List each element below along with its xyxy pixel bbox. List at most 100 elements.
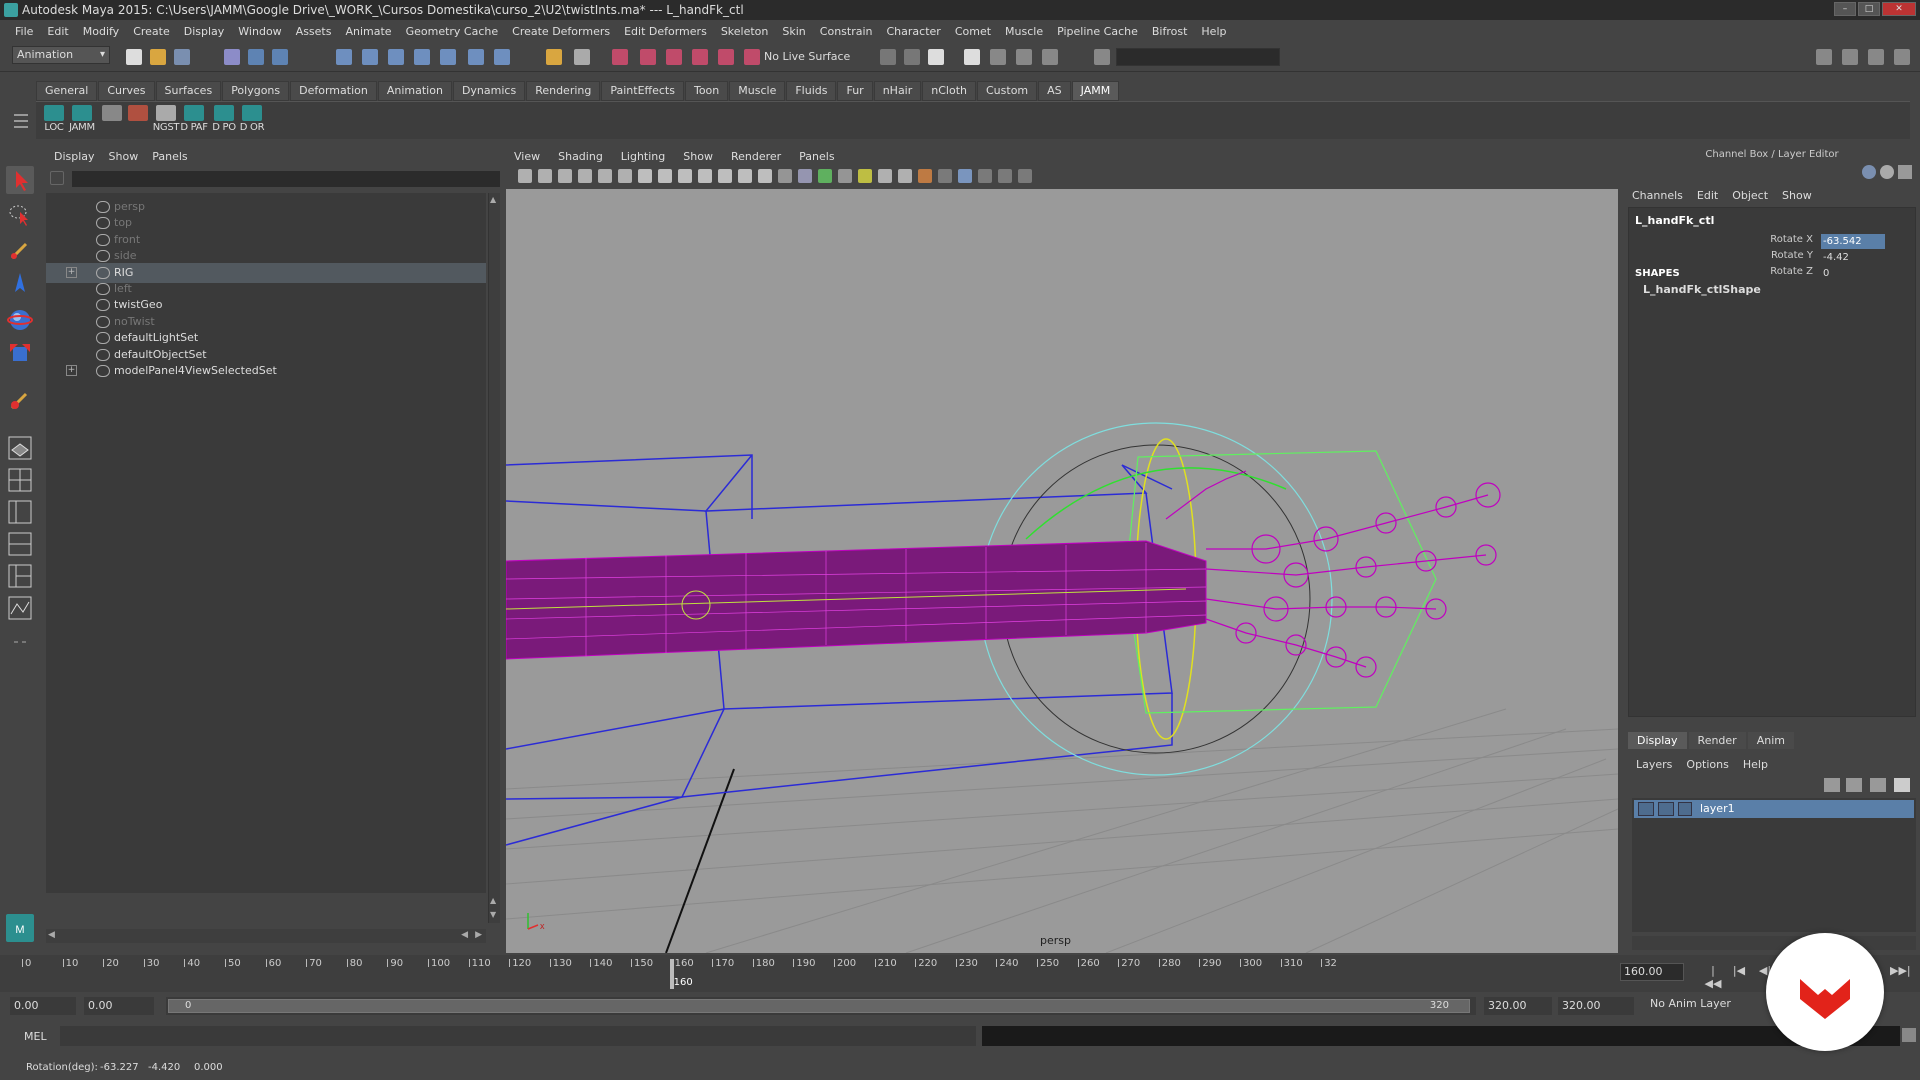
move-tool-icon[interactable] bbox=[6, 270, 34, 298]
channel-box-toggle-icon[interactable] bbox=[964, 49, 980, 65]
move-layer-up-icon[interactable] bbox=[1824, 778, 1840, 792]
select-component-icon[interactable] bbox=[272, 49, 288, 65]
channel-box-menu-channels[interactable]: Channels bbox=[1632, 189, 1683, 202]
shelf-tab-curves[interactable]: Curves bbox=[98, 81, 155, 101]
range-slider-bar[interactable]: 0 320 bbox=[166, 997, 1476, 1015]
outliner-vertical-scrollbar[interactable]: ▲ ▲ ▼ bbox=[488, 193, 500, 923]
isolate-select-icon[interactable] bbox=[958, 169, 972, 183]
channel-box-menu-show[interactable]: Show bbox=[1782, 189, 1812, 202]
layout-persp-outliner-icon[interactable] bbox=[6, 498, 34, 526]
viewport-menu-view[interactable]: View bbox=[514, 147, 540, 167]
xray-icon[interactable] bbox=[978, 169, 992, 183]
mel-label[interactable]: MEL bbox=[24, 1030, 47, 1043]
selected-object-name[interactable]: L_handFk_ctl bbox=[1635, 214, 1714, 227]
save-scene-icon[interactable] bbox=[174, 49, 190, 65]
channel-attribute-name[interactable]: Rotate Z bbox=[1769, 266, 1813, 277]
menu-create[interactable]: Create bbox=[126, 25, 177, 38]
animation-end-field[interactable]: 320.00 bbox=[1558, 997, 1634, 1015]
lasso-tool-icon[interactable] bbox=[6, 200, 34, 228]
menu-muscle[interactable]: Muscle bbox=[998, 25, 1050, 38]
layout-outliner-persp-icon[interactable] bbox=[6, 562, 34, 590]
command-search-field[interactable] bbox=[1116, 48, 1280, 66]
shelf-tab-surfaces[interactable]: Surfaces bbox=[155, 81, 222, 101]
xray-joints-icon[interactable] bbox=[998, 169, 1012, 183]
channel-box-display-icon[interactable] bbox=[1880, 165, 1894, 179]
move-layer-down-icon[interactable] bbox=[1846, 778, 1862, 792]
layout-single-icon[interactable] bbox=[1816, 49, 1832, 65]
channel-attribute-row[interactable]: Rotate Z 0 bbox=[1769, 266, 1909, 282]
two-d-pan-icon[interactable] bbox=[598, 169, 612, 183]
shelf-tab-general[interactable]: General bbox=[36, 81, 98, 101]
viewport-menu-show[interactable]: Show bbox=[683, 147, 713, 167]
select-tool-icon[interactable] bbox=[6, 166, 34, 194]
layer-editor-toggle-icon[interactable] bbox=[1042, 49, 1058, 65]
field-chart-icon[interactable] bbox=[718, 169, 732, 183]
expand-icon[interactable]: + bbox=[66, 266, 77, 278]
shelf-tab-muscle[interactable]: Muscle bbox=[729, 81, 786, 101]
select-hierarchy-icon[interactable] bbox=[224, 49, 240, 65]
menu-comet[interactable]: Comet bbox=[948, 25, 998, 38]
wireframe-icon[interactable] bbox=[778, 169, 792, 183]
grease-pencil-icon[interactable] bbox=[618, 169, 632, 183]
modeling-toolkit-icon[interactable] bbox=[990, 49, 1006, 65]
channel-attribute-row[interactable]: Rotate Y -4.42 bbox=[1769, 250, 1909, 266]
shelf-tab-jamm[interactable]: JAMM bbox=[1071, 81, 1120, 101]
hypershade-icon[interactable] bbox=[718, 49, 734, 65]
menu-skeleton[interactable]: Skeleton bbox=[714, 25, 776, 38]
shelf-tab-animation[interactable]: Animation bbox=[377, 81, 452, 101]
menu-edit[interactable]: Edit bbox=[40, 25, 75, 38]
snap-grid-icon[interactable] bbox=[336, 49, 352, 65]
viewport-menu-shading[interactable]: Shading bbox=[558, 147, 603, 167]
command-input[interactable] bbox=[60, 1026, 976, 1046]
shelf-tab-fur[interactable]: Fur bbox=[837, 81, 873, 101]
shelf-tab-painteffects[interactable]: PaintEffects bbox=[601, 81, 684, 101]
range-slider-thumb[interactable]: 0 320 bbox=[168, 999, 1470, 1013]
menu-constrain[interactable]: Constrain bbox=[813, 25, 880, 38]
channel-attribute-value[interactable]: -4.42 bbox=[1821, 250, 1885, 265]
shelf-menu-icon[interactable] bbox=[14, 108, 28, 136]
viewport-menu-lighting[interactable]: Lighting bbox=[621, 147, 665, 167]
shelf-button-jamm[interactable]: JAMM bbox=[66, 105, 98, 137]
safe-title-icon[interactable] bbox=[758, 169, 772, 183]
grid-icon[interactable] bbox=[638, 169, 652, 183]
bookmarks-icon[interactable] bbox=[558, 169, 572, 183]
go-to-start-icon[interactable]: |◀◀ bbox=[1704, 964, 1722, 990]
use-all-lights-icon[interactable] bbox=[858, 169, 872, 183]
input-line-icon[interactable] bbox=[880, 49, 896, 65]
anti-aliasing-icon[interactable] bbox=[938, 169, 952, 183]
menu-assets[interactable]: Assets bbox=[289, 25, 339, 38]
menu-window[interactable]: Window bbox=[231, 25, 288, 38]
channel-attribute-name[interactable]: Rotate X bbox=[1769, 234, 1813, 245]
viewport-3d-scene[interactable]: x persp bbox=[506, 189, 1618, 953]
smooth-shade-icon[interactable] bbox=[798, 169, 812, 183]
search-icon[interactable] bbox=[1094, 49, 1110, 65]
layout-custom-icon[interactable] bbox=[1894, 49, 1910, 65]
menu-modify[interactable]: Modify bbox=[76, 25, 126, 38]
outliner-menu-show[interactable]: Show bbox=[109, 147, 139, 167]
render-current-icon[interactable] bbox=[640, 49, 656, 65]
channel-box-menu-edit[interactable]: Edit bbox=[1697, 189, 1718, 202]
paint-select-icon[interactable] bbox=[6, 236, 34, 264]
menu-bifrost[interactable]: Bifrost bbox=[1145, 25, 1195, 38]
gate-mask-icon[interactable] bbox=[698, 169, 712, 183]
menu-display[interactable]: Display bbox=[177, 25, 232, 38]
layer-visibility-toggle[interactable] bbox=[1638, 802, 1654, 816]
safe-action-icon[interactable] bbox=[738, 169, 752, 183]
resolution-gate-icon[interactable] bbox=[678, 169, 692, 183]
toolbox-options-icon[interactable] bbox=[6, 628, 34, 656]
selection-mask-icon[interactable] bbox=[574, 49, 590, 65]
layer-editor-menu-options[interactable]: Options bbox=[1686, 758, 1728, 771]
xray-components-icon[interactable] bbox=[1018, 169, 1032, 183]
shelf-tab-polygons[interactable]: Polygons bbox=[222, 81, 290, 101]
render-settings-icon[interactable] bbox=[692, 49, 708, 65]
menu-create-deformers[interactable]: Create Deformers bbox=[505, 25, 617, 38]
channel-box-attribute-icon[interactable] bbox=[1862, 165, 1876, 179]
channel-box-menu-object[interactable]: Object bbox=[1732, 189, 1768, 202]
shelf-button-d-or[interactable]: D OR bbox=[236, 105, 268, 137]
snap-view-icon[interactable] bbox=[414, 49, 430, 65]
channel-attribute-value[interactable]: -63.542 bbox=[1821, 234, 1885, 249]
lock-icon[interactable] bbox=[546, 49, 562, 65]
menu-character[interactable]: Character bbox=[880, 25, 948, 38]
help-icon[interactable] bbox=[494, 49, 510, 65]
layer-color-swatch[interactable] bbox=[1678, 802, 1692, 816]
